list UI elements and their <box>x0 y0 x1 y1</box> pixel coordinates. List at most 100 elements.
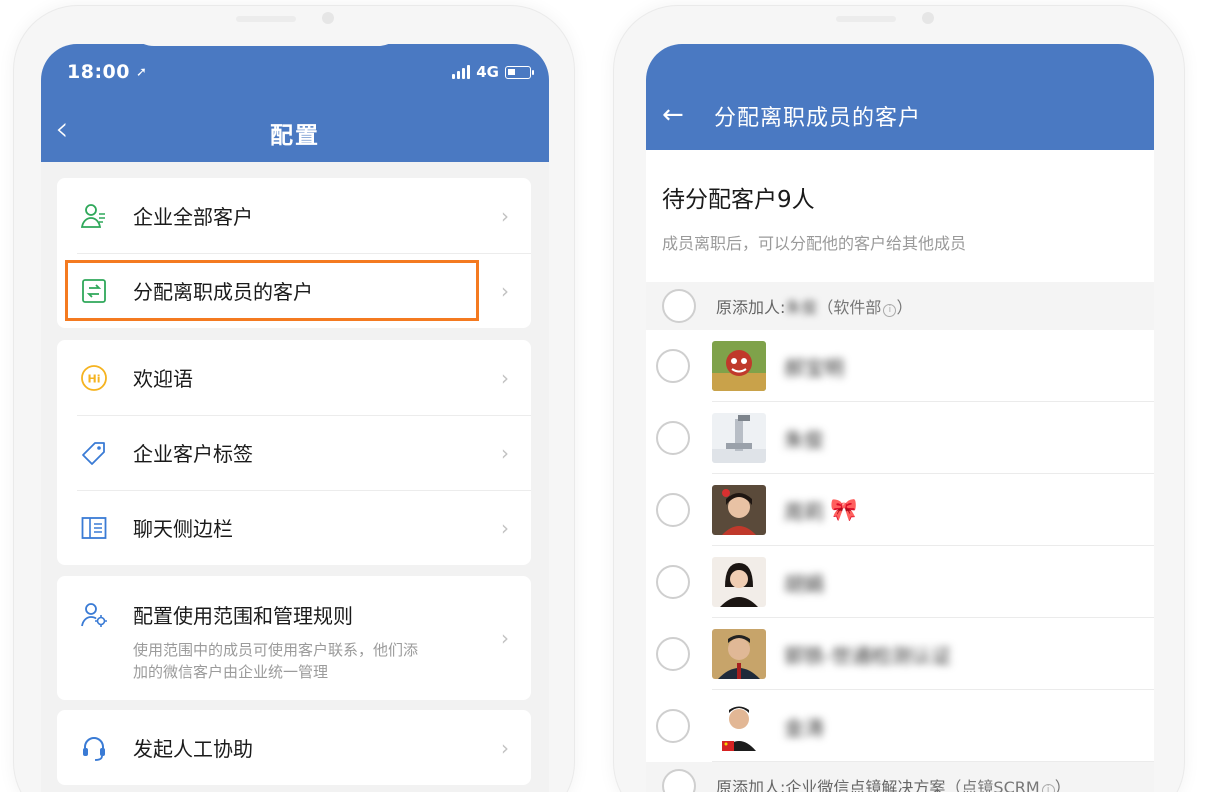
avatar <box>712 557 766 607</box>
right-screen: ← 分配离职成员的客户 待分配客户9人 成员离职后，可以分配他的客户给其他成员 … <box>646 44 1154 792</box>
menu-item-label: 分配离职成员的客户 <box>133 280 313 304</box>
phone-notch <box>726 6 1008 43</box>
menu-item-assign-departed[interactable]: 分配离职成员的客户 › <box>57 253 531 328</box>
menu-item-sidebar[interactable]: 聊天侧边栏 › <box>57 490 531 565</box>
description-line-2: 加的微信客户由企业统一管理 <box>133 663 329 681</box>
back-arrow-icon[interactable]: ← <box>662 102 684 128</box>
customer-radio[interactable] <box>656 349 690 383</box>
group-help: 发起人工协助 › <box>57 710 531 785</box>
chevron-right-icon: › <box>501 735 509 760</box>
left-phone: 18:00 ➚ 4G ‹ 配置 企业全部客户 › 分配离职成员的客户 › Hi … <box>14 6 574 792</box>
owner-section: 原添加人:企业微信点镜解决方案（点镜SCRM i） <box>646 762 1154 792</box>
select-all-radio[interactable] <box>662 289 696 323</box>
menu-item-label: 企业全部客户 <box>133 205 253 229</box>
phone-notch <box>126 6 406 46</box>
menu-item-all-customers[interactable]: 企业全部客户 › <box>57 178 531 253</box>
config-texts: 配置使用范围和管理规则 使用范围中的成员可使用客户联系，他们添 加的微信客户由企… <box>133 600 483 683</box>
customer-radio[interactable] <box>656 493 690 527</box>
page-title: 配置 <box>270 123 320 149</box>
pending-summary: 待分配客户9人 成员离职后，可以分配他的客户给其他成员 <box>646 150 1154 282</box>
right-phone: ← 分配离职成员的客户 待分配客户9人 成员离职后，可以分配他的客户给其他成员 … <box>614 6 1184 792</box>
customer-name: 周莉 <box>784 499 824 524</box>
config-header: 18:00 ➚ 4G ‹ 配置 <box>41 44 549 162</box>
front-camera <box>322 12 334 24</box>
customer-name: 朱俊 <box>784 427 824 452</box>
avatar <box>712 485 766 535</box>
menu-item-description: 使用范围中的成员可使用客户联系，他们添 加的微信客户由企业统一管理 <box>133 639 483 683</box>
pending-count: 待分配客户9人 <box>662 187 815 213</box>
owner-name: 企业微信点镜解决方案 <box>785 778 946 792</box>
headset-icon <box>79 733 109 763</box>
speaker <box>236 16 296 22</box>
description-line-1: 使用范围中的成员可使用客户联系，他们添 <box>133 641 419 659</box>
customer-row[interactable]: 周莉 🎀 <box>646 474 1154 546</box>
status-time: 18:00 <box>67 61 130 83</box>
stage: 18:00 ➚ 4G ‹ 配置 企业全部客户 › 分配离职成员的客户 › Hi … <box>0 0 1211 792</box>
svg-text:Hi: Hi <box>88 372 101 385</box>
group-config: 配置使用范围和管理规则 使用范围中的成员可使用客户联系，他们添 加的微信客户由企… <box>57 576 531 700</box>
owner-dept-close: ） <box>896 298 913 317</box>
info-icon[interactable]: i <box>1041 784 1055 792</box>
menu-item-label: 发起人工协助 <box>133 737 253 761</box>
chevron-right-icon: › <box>501 203 509 228</box>
status-bar: 18:00 ➚ 4G <box>67 60 534 84</box>
customer-name: 胡娟 <box>784 571 824 596</box>
chevron-right-icon: › <box>501 440 509 465</box>
customer-row[interactable]: 郝宝明 <box>646 330 1154 402</box>
customer-name: 郝宝明 <box>784 355 844 380</box>
avatar <box>712 341 766 391</box>
person-gear-icon <box>79 600 109 630</box>
page-title: 分配离职成员的客户 <box>714 106 922 131</box>
group-customers: 企业全部客户 › 分配离职成员的客户 › <box>57 178 531 328</box>
customer-row[interactable]: 胡娟 <box>646 546 1154 618</box>
menu-item-label: 配置使用范围和管理规则 <box>133 604 353 628</box>
speaker <box>836 16 896 22</box>
avatar <box>712 701 766 751</box>
owner-dept: （点镜SCRM <box>945 778 1040 792</box>
menu-item-label: 企业客户标签 <box>133 442 253 466</box>
customer-radio[interactable] <box>656 637 690 671</box>
bow-emoji: 🎀 <box>830 497 858 523</box>
owner-section: 原添加人:朱俊（软件部 i） <box>646 282 1154 330</box>
menu-item-label: 聊天侧边栏 <box>133 517 233 541</box>
pending-hint: 成员离职后，可以分配他的客户给其他成员 <box>662 234 967 253</box>
status-right: 4G <box>452 63 534 81</box>
owner-prefix: 原添加人: <box>716 298 786 317</box>
menu-item-welcome[interactable]: Hi 欢迎语 › <box>57 340 531 415</box>
network-label: 4G <box>476 63 499 81</box>
owner-dept: （软件部 <box>817 298 882 317</box>
customer-radio[interactable] <box>656 709 690 743</box>
owner-name: 朱俊 <box>785 298 818 317</box>
customer-row[interactable]: 金涛 <box>646 690 1154 762</box>
customer-radio[interactable] <box>656 421 690 455</box>
avatar <box>712 629 766 679</box>
customer-radio[interactable] <box>656 565 690 599</box>
menu-item-config-scope[interactable]: 配置使用范围和管理规则 使用范围中的成员可使用客户联系，他们添 加的微信客户由企… <box>57 576 531 700</box>
info-icon[interactable]: i <box>883 304 897 317</box>
transfer-icon <box>79 276 109 306</box>
chevron-right-icon: › <box>501 278 509 303</box>
group-tools: Hi 欢迎语 › 企业客户标签 › 聊天侧边栏 › <box>57 340 531 565</box>
menu-item-label: 欢迎语 <box>133 367 193 391</box>
select-all-radio[interactable] <box>662 769 696 792</box>
chevron-right-icon: › <box>501 515 509 540</box>
customer-name: 金涛 <box>784 715 824 740</box>
menu-item-tags[interactable]: 企业客户标签 › <box>57 415 531 490</box>
customer-person-icon <box>79 201 109 231</box>
assign-header: ← 分配离职成员的客户 <box>646 44 1154 150</box>
tag-icon <box>79 438 109 468</box>
customer-name: 郭铁-世通检测认证 <box>784 643 952 668</box>
menu-item-manual-help[interactable]: 发起人工协助 › <box>57 710 531 785</box>
hi-greeting-icon: Hi <box>79 363 109 393</box>
sidebar-icon <box>79 513 109 543</box>
customer-row[interactable]: 郭铁-世通检测认证 <box>646 618 1154 690</box>
chevron-right-icon: › <box>501 365 509 390</box>
customer-row[interactable]: 朱俊 <box>646 402 1154 474</box>
location-icon: ➚ <box>135 64 147 80</box>
battery-icon <box>505 65 534 79</box>
avatar <box>712 413 766 463</box>
left-screen: 18:00 ➚ 4G ‹ 配置 企业全部客户 › 分配离职成员的客户 › Hi … <box>41 44 549 792</box>
owner-prefix: 原添加人: <box>716 778 786 792</box>
chevron-right-icon: › <box>501 626 509 650</box>
front-camera <box>922 12 934 24</box>
